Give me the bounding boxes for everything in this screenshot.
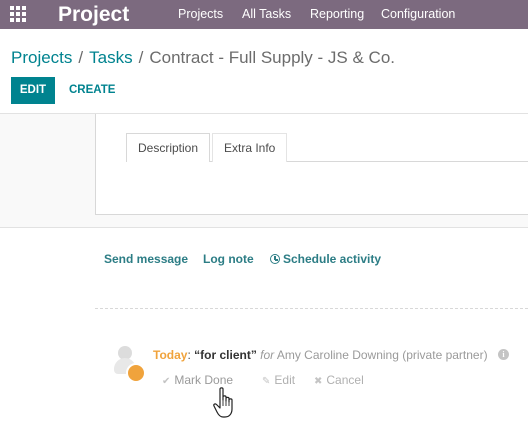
chatter-divider bbox=[95, 308, 528, 309]
breadcrumb: Projects / Tasks / Contract - Full Supply - … bbox=[11, 47, 395, 69]
pencil-icon: ✎ bbox=[262, 376, 271, 387]
edit-activity-button[interactable]: ✎ Edit bbox=[262, 373, 295, 389]
schedule-activity-button[interactable]: Schedule activity bbox=[270, 252, 381, 267]
activity-due-date: Today bbox=[153, 348, 188, 362]
activity-summary: “for client” bbox=[194, 348, 257, 362]
activity-colon: : bbox=[187, 348, 191, 362]
apps-grid-icon[interactable] bbox=[10, 6, 28, 24]
breadcrumb-current: Contract - Full Supply - JS & Co. bbox=[149, 48, 395, 67]
edit-button[interactable]: EDIT bbox=[11, 77, 55, 104]
menu-projects[interactable]: Projects bbox=[178, 7, 223, 22]
activity-assignee: Amy Caroline Downing (private partner) bbox=[276, 348, 488, 362]
activity-summary-line: Today: “for client” for Amy Caroline Dow… bbox=[153, 348, 488, 363]
hand-cursor-icon bbox=[213, 387, 233, 418]
edit-activity-label: Edit bbox=[274, 373, 296, 387]
info-icon[interactable]: i bbox=[498, 349, 509, 360]
log-note-button[interactable]: Log note bbox=[203, 252, 254, 267]
breadcrumb-projects[interactable]: Projects bbox=[11, 48, 72, 67]
cancel-activity-label: Cancel bbox=[326, 373, 364, 387]
form-sheet bbox=[95, 114, 528, 215]
breadcrumb-tasks[interactable]: Tasks bbox=[89, 48, 132, 67]
app-title[interactable]: Project bbox=[58, 1, 129, 28]
menu-reporting[interactable]: Reporting bbox=[310, 7, 364, 22]
check-icon: ✔ bbox=[162, 376, 171, 387]
activity-for-label: for bbox=[260, 348, 275, 362]
schedule-activity-label: Schedule activity bbox=[283, 252, 382, 266]
cross-icon: ✖ bbox=[314, 376, 323, 387]
menu-configuration[interactable]: Configuration bbox=[381, 7, 455, 22]
mark-done-label: Mark Done bbox=[174, 373, 234, 387]
top-navbar: Project Projects All Tasks Reporting Con… bbox=[0, 0, 528, 29]
clock-icon bbox=[270, 254, 280, 264]
activity-type-badge bbox=[126, 363, 146, 383]
breadcrumb-separator: / bbox=[138, 48, 144, 67]
send-message-button[interactable]: Send message bbox=[104, 252, 188, 267]
cancel-activity-button[interactable]: ✖ Cancel bbox=[314, 373, 364, 389]
breadcrumb-separator: / bbox=[78, 48, 84, 67]
menu-all-tasks[interactable]: All Tasks bbox=[242, 7, 291, 22]
create-button[interactable]: CREATE bbox=[69, 77, 115, 104]
tab-extra-info[interactable]: Extra Info bbox=[212, 133, 288, 162]
tab-description[interactable]: Description bbox=[126, 133, 211, 162]
